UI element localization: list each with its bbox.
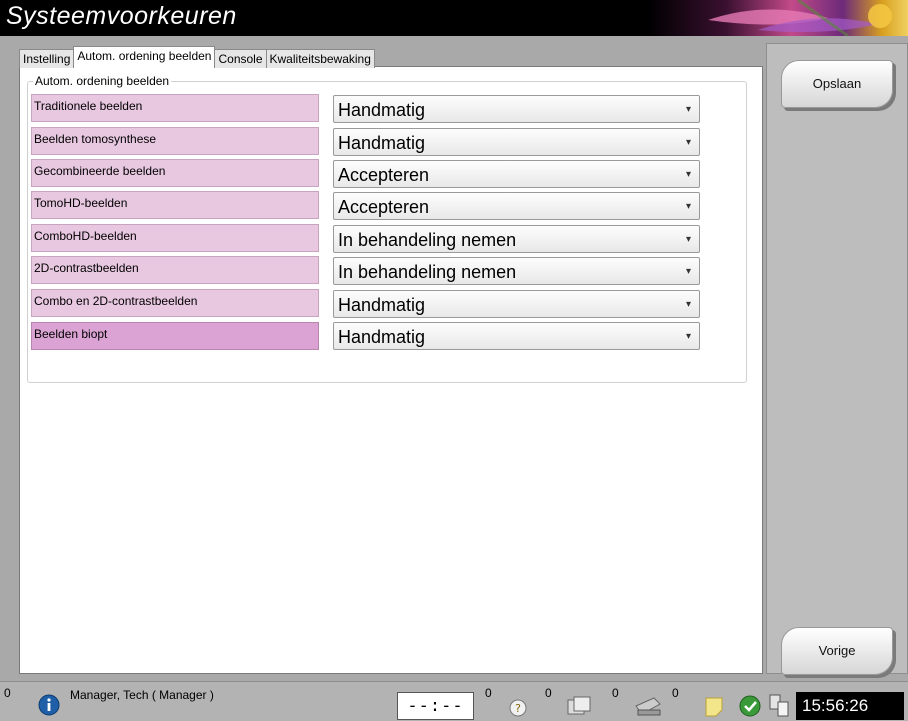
count-2: 0 xyxy=(545,686,552,700)
select-beelden-biopt[interactable]: Handmatig ▾ xyxy=(333,322,700,350)
printer-icon[interactable] xyxy=(632,694,664,718)
row-label-gecombineerde-beelden: Gecombineerde beelden xyxy=(31,159,319,187)
select-traditionele-beelden[interactable]: Handmatig ▾ xyxy=(333,95,700,123)
select-2d-contrastbeelden[interactable]: In behandeling nemen ▾ xyxy=(333,257,700,285)
row-label-combo-en-2d-contrastbeelden: Combo en 2D-contrastbeelden xyxy=(31,289,319,317)
clock: 15:56:26 xyxy=(796,692,904,720)
note-icon[interactable] xyxy=(702,694,726,718)
title-bar: Systeemvoorkeuren xyxy=(0,0,908,36)
select-value: Handmatig xyxy=(338,133,426,153)
tab-strip: Instelling Autom. ordening beelden Conso… xyxy=(19,46,375,68)
tab-autom-ordening-beelden[interactable]: Autom. ordening beelden xyxy=(73,46,216,68)
select-combohd-beelden[interactable]: In behandeling nemen ▾ xyxy=(333,225,700,253)
row-label-beelden-biopt: Beelden biopt xyxy=(31,322,319,350)
tab-instelling[interactable]: Instelling xyxy=(19,49,75,68)
row-label-beelden-tomosynthese: Beelden tomosynthese xyxy=(31,127,319,155)
help-icon[interactable]: ? xyxy=(508,698,528,718)
row-label-combohd-beelden: ComboHD-beelden xyxy=(31,224,319,252)
right-button-panel: Opslaan Vorige xyxy=(766,43,908,675)
back-button[interactable]: Vorige xyxy=(781,627,893,675)
main-area: Instelling Autom. ordening beelden Conso… xyxy=(0,36,908,681)
select-beelden-tomosynthese[interactable]: Handmatig ▾ xyxy=(333,128,700,156)
select-value: Handmatig xyxy=(338,295,426,315)
dropdown-arrow-icon: ▾ xyxy=(685,331,691,342)
save-button[interactable]: Opslaan xyxy=(781,60,893,108)
tab-console[interactable]: Console xyxy=(214,49,267,68)
status-bar: 0 Manager, Tech ( Manager ) --:-- 0 ? 0 … xyxy=(0,681,908,721)
timer-display: --:-- xyxy=(397,692,474,720)
dropdown-arrow-icon: ▾ xyxy=(685,169,691,180)
select-value: Accepteren xyxy=(338,197,430,217)
flower-banner-image xyxy=(648,0,908,36)
count-4: 0 xyxy=(672,686,679,700)
count-3: 0 xyxy=(612,686,619,700)
network-icon[interactable] xyxy=(766,692,792,720)
select-value: Handmatig xyxy=(338,100,426,120)
group-box-label: Autom. ordening beelden xyxy=(33,74,172,88)
select-gecombineerde-beelden[interactable]: Accepteren ▾ xyxy=(333,160,700,188)
info-count: 0 xyxy=(4,686,11,700)
dropdown-arrow-icon: ▾ xyxy=(685,234,691,245)
info-icon[interactable] xyxy=(38,694,60,716)
svg-text:?: ? xyxy=(515,702,521,715)
row-label-traditionele-beelden: Traditionele beelden xyxy=(31,94,319,122)
row-label-tomohd-beelden: TomoHD-beelden xyxy=(31,191,319,219)
count-1: 0 xyxy=(485,686,492,700)
dropdown-arrow-icon: ▾ xyxy=(685,266,691,277)
row-label-2d-contrastbeelden: 2D-contrastbeelden xyxy=(31,256,319,284)
status-ok-icon[interactable] xyxy=(738,694,762,718)
dropdown-arrow-icon: ▾ xyxy=(685,299,691,310)
tab-kwaliteitsbewaking[interactable]: Kwaliteitsbewaking xyxy=(265,49,375,68)
select-value: Handmatig xyxy=(338,327,426,347)
image-stack-icon[interactable] xyxy=(565,694,595,718)
select-combo-en-2d-contrastbeelden[interactable]: Handmatig ▾ xyxy=(333,290,700,318)
select-value: Accepteren xyxy=(338,165,430,185)
select-value: In behandeling nemen xyxy=(338,262,517,282)
current-user[interactable]: Manager, Tech ( Manager ) xyxy=(70,688,214,702)
select-tomohd-beelden[interactable]: Accepteren ▾ xyxy=(333,192,700,220)
select-value: In behandeling nemen xyxy=(338,230,517,250)
dropdown-arrow-icon: ▾ xyxy=(685,137,691,148)
dropdown-arrow-icon: ▾ xyxy=(685,104,691,115)
dropdown-arrow-icon: ▾ xyxy=(685,201,691,212)
window-title: Systeemvoorkeuren xyxy=(6,2,237,30)
